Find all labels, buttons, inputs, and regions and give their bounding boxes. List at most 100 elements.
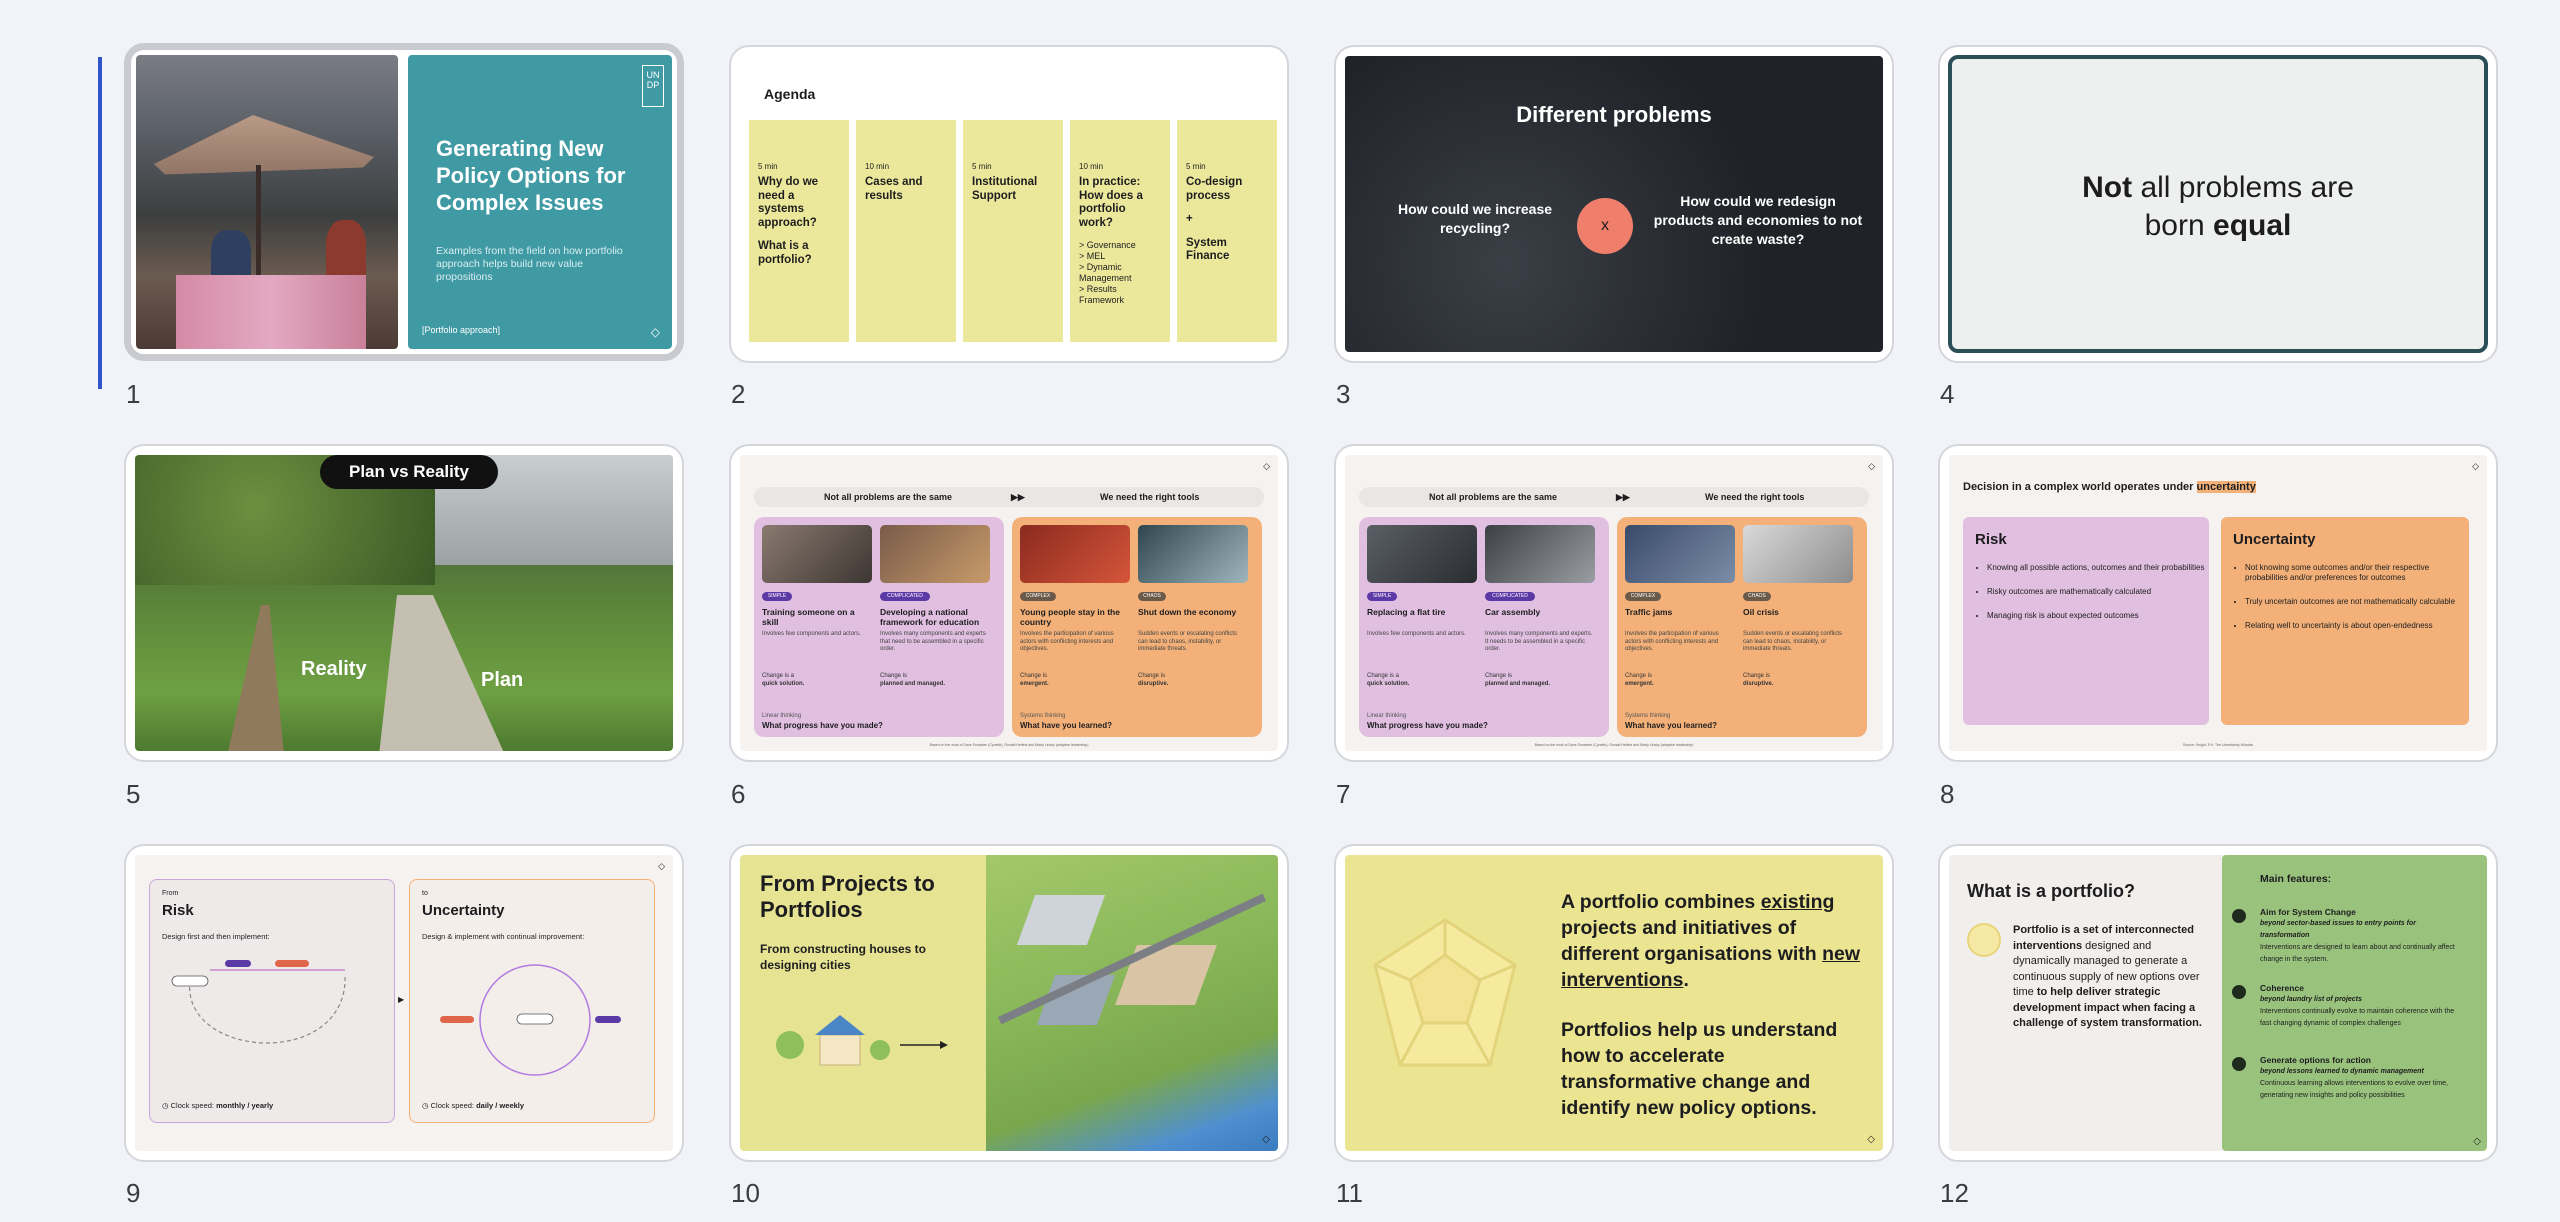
risk-panel: From Risk Design first and then implemen… (149, 879, 395, 1123)
feature-1: Aim for System Change beyond sector-based… (2232, 907, 2467, 965)
slide-7-content: ◇ Not all problems are the same ▶▶ We ne… (1345, 455, 1883, 751)
footnote: Based on the work of Dave Snowden (Cynef… (929, 743, 1089, 747)
photo (1743, 525, 1853, 583)
slide-6-content: ◇ Not all problems are the same ▶▶ We ne… (740, 455, 1278, 751)
uncertainty-panel: to Uncertainty Design & implement with c… (409, 879, 655, 1123)
dodecahedron-icon (1373, 918, 1517, 1067)
coherence-icon (2232, 985, 2246, 999)
slide-subtitle: From constructing houses to designing ci… (760, 942, 927, 972)
portfolio-definition: Portfolio is a set of interconnected int… (2013, 924, 2202, 1029)
options-icon (2232, 1057, 2246, 1071)
diamond-icon: ◇ (2473, 1136, 2481, 1147)
slide-9-content: ◇ From Risk Design first and then implem… (135, 855, 673, 1151)
clock-speed: ◷ Clock speed: monthly / yearly (162, 1101, 274, 1110)
diamond-icon: ◇ (658, 861, 665, 871)
photo (1625, 525, 1735, 583)
slide-title: Generating New Policy Options for Comple… (436, 136, 626, 215)
slide-thumbnail-5[interactable]: Plan vs Reality Reality Plan (124, 444, 684, 762)
feature-2: Coherence beyond laundry list of projects… (2232, 983, 2467, 1029)
slide-number-4: 4 (1940, 379, 1955, 409)
undp-logo: UN DP (642, 65, 664, 107)
slide-2-content: Agenda 5 min Why do we need a systems ap… (740, 56, 1278, 352)
right-question: How could we redesign products and econo… (1653, 193, 1863, 247)
agenda-column-1: 5 min Why do we need a systems approach?… (749, 120, 849, 342)
slide-11-content: A portfolio combines existing projects a… (1345, 855, 1883, 1151)
clock-icon: ◷ (422, 1101, 429, 1110)
slide-number-2: 2 (731, 379, 746, 409)
slide-thumbnail-3[interactable]: Different problems How could we increase… (1334, 45, 1894, 363)
linear-card: SIMPLE COMPLICATED Replacing a flat tire… (1359, 517, 1609, 737)
slide-thumbnail-11[interactable]: A portfolio combines existing projects a… (1334, 844, 1894, 1162)
city-illustration (986, 855, 1278, 1151)
reality-label: Reality (301, 658, 367, 680)
slide-body: A portfolio combines existing projects a… (1561, 891, 1861, 1119)
linear-process-diagram (171, 960, 346, 1044)
slide-thumbnail-2[interactable]: Agenda 5 min Why do we need a systems ap… (729, 45, 1289, 363)
slide-statement: Not all problems are born equal (2082, 171, 2354, 242)
slide-8-content: ◇ Decision in a complex world operates u… (1949, 455, 2487, 751)
slide-thumbnail-10[interactable]: From Projects to Portfolios From constru… (729, 844, 1289, 1162)
diamond-icon: ◇ (1867, 1134, 1875, 1145)
slide-thumbnail-8[interactable]: ◇ Decision in a complex world operates u… (1938, 444, 2498, 762)
house-illustration (776, 1015, 948, 1066)
slide-number-10: 10 (731, 1178, 760, 1208)
systems-card: COMPLEX CHAOS Young people stay in the c… (1012, 517, 1262, 737)
title-panel: UN DP Generating New Policy Options for … (408, 55, 672, 349)
agenda-title: Agenda (764, 86, 816, 102)
slide-number-1: 1 (126, 379, 141, 409)
iterative-loop-diagram (440, 964, 621, 1076)
x-circle-icon: x (1577, 198, 1633, 254)
diamond-icon: ◇ (1868, 461, 1875, 471)
feature-3: Generate options for action beyond lesson… (2232, 1055, 2467, 1101)
photo (1138, 525, 1248, 583)
slide-thumbnail-6[interactable]: ◇ Not all problems are the same ▶▶ We ne… (729, 444, 1289, 762)
photo (1367, 525, 1477, 583)
linear-card: SIMPLE COMPLICATED Training someone on a… (754, 517, 1004, 737)
dirt-path (225, 605, 285, 751)
slide-subtitle: Examples from the field on how portfolio… (436, 245, 623, 283)
selection-indicator (98, 57, 102, 389)
risk-card: Risk Knowing all possible actions, outco… (1963, 517, 2209, 725)
agenda-column-5: 5 min Co-design process + System Finance (1177, 120, 1277, 342)
slide-number-11: 11 (1336, 1178, 1363, 1208)
photo (762, 525, 872, 583)
slide-title: From Projects to Portfolios (760, 871, 935, 922)
slide-number-12: 12 (1940, 1178, 1969, 1208)
slide-title: Decision in a complex world operates und… (1963, 481, 2256, 493)
slide-3-content: Different problems How could we increase… (1345, 56, 1883, 352)
diamond-icon: ◇ (650, 325, 660, 339)
slide-thumbnail-4[interactable]: Not all problems are born equal (1938, 45, 2498, 363)
uncertainty-card: Uncertainty Not knowing some outcomes an… (2221, 517, 2469, 725)
slide-4-content: Not all problems are born equal (1948, 55, 2488, 353)
agenda-column-2: 10 min Cases and results (856, 120, 956, 342)
slide-number-5: 5 (126, 779, 141, 809)
slide-thumbnail-12[interactable]: What is a portfolio? Portfolio is a set … (1938, 844, 2498, 1162)
slide-number-9: 9 (126, 1178, 141, 1208)
plan-label: Plan (481, 669, 524, 691)
photo (1485, 525, 1595, 583)
diamond-icon: ◇ (2472, 461, 2479, 471)
photo (880, 525, 990, 583)
features-panel: Main features: Aim for System Change beyo… (2222, 855, 2487, 1151)
slide-1-content: UN DP Generating New Policy Options for … (136, 55, 672, 349)
agenda-column-3: 5 min Institutional Support (963, 120, 1063, 342)
slide-thumbnail-9[interactable]: ◇ From Risk Design first and then implem… (124, 844, 684, 1162)
footnote: Source: Knight, F.H. The Uncertainty Win… (2182, 743, 2254, 747)
slide-number-6: 6 (731, 779, 746, 809)
footnote: Based on the work of Dave Snowden (Cynef… (1534, 743, 1694, 747)
dodecahedron-icon (1967, 923, 2001, 957)
photo (1020, 525, 1130, 583)
arrow-icon: ▶ (398, 995, 405, 1004)
clock-icon: ◷ (162, 1101, 169, 1110)
diamond-icon: ◇ (1263, 461, 1270, 471)
slide-number-8: 8 (1940, 779, 1955, 809)
slide-title: What is a portfolio? (1967, 881, 2135, 901)
slide-12-content: What is a portfolio? Portfolio is a set … (1949, 855, 2487, 1151)
agenda-column-4: 10 min In practice: How does a portfolio… (1070, 120, 1170, 342)
clock-speed: ◷ Clock speed: daily / weekly (422, 1101, 525, 1110)
slide-thumbnail-1[interactable]: UN DP Generating New Policy Options for … (124, 43, 684, 361)
target-icon (2232, 909, 2246, 923)
slide-title: Plan vs Reality (320, 455, 498, 489)
slide-number-7: 7 (1336, 779, 1351, 809)
slide-thumbnail-7[interactable]: ◇ Not all problems are the same ▶▶ We ne… (1334, 444, 1894, 762)
